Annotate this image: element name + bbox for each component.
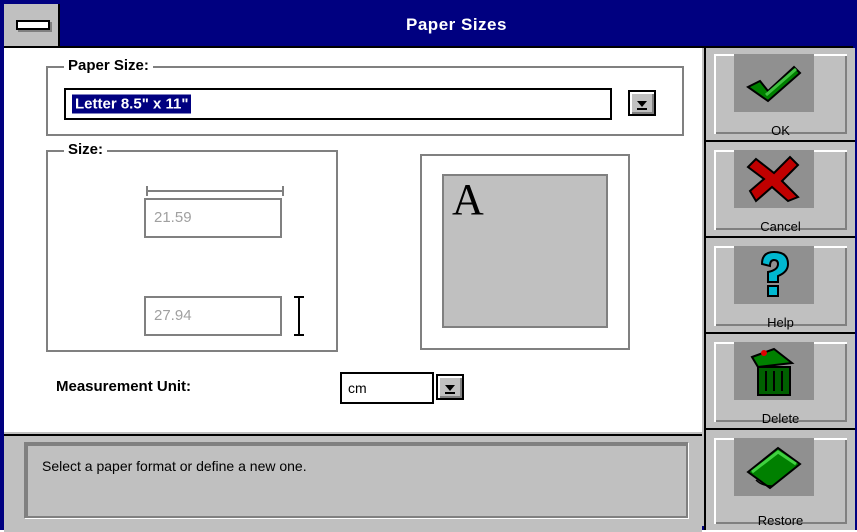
measurement-unit-value: cm	[348, 380, 367, 396]
height-dimension-icon	[294, 296, 310, 336]
delete-button[interactable]: Delete	[706, 336, 855, 430]
measurement-unit-label: Measurement Unit:	[56, 378, 192, 395]
help-button-label: Help	[767, 315, 794, 330]
paper-size-value: Letter 8.5" x 11"	[72, 94, 192, 114]
paper-size-group: Paper Size: Letter 8.5" x 11"	[46, 57, 684, 136]
height-field[interactable]: 27.94	[144, 296, 282, 336]
paper-size-label: Paper Size:	[68, 57, 149, 74]
system-menu-button[interactable]	[4, 4, 60, 46]
chevron-down-icon	[445, 384, 455, 394]
window-title: Paper Sizes	[406, 15, 507, 34]
paper-size-combobox[interactable]: Letter 8.5" x 11"	[64, 88, 612, 120]
size-group: Size: 21.59 27.94	[46, 141, 338, 352]
trash-can-icon	[734, 342, 814, 400]
status-area: Select a paper format or define a new on…	[4, 434, 702, 532]
restore-button-label: Restore	[757, 513, 804, 528]
ok-button[interactable]: OK	[706, 48, 855, 142]
paper-sizes-dialog: Paper Sizes Paper Size: Letter 8.5" x 11…	[0, 0, 857, 532]
delete-button-label: Delete	[761, 411, 800, 426]
eraser-icon	[734, 438, 814, 496]
paper-preview: A	[420, 154, 630, 350]
preview-letter: A	[452, 175, 484, 224]
restore-button[interactable]: Restore	[706, 432, 855, 530]
x-mark-icon	[734, 150, 814, 208]
preview-page: A	[442, 174, 608, 328]
measurement-unit-combobox[interactable]: cm	[340, 372, 434, 404]
cancel-button[interactable]: Cancel	[706, 144, 855, 238]
chevron-down-icon	[637, 100, 647, 110]
size-group-label: Size:	[64, 141, 108, 158]
title-bar: Paper Sizes	[4, 4, 853, 48]
paper-size-group-label: Paper Size:	[64, 57, 153, 74]
size-label: Size:	[68, 141, 104, 158]
checkmark-icon	[734, 54, 814, 112]
help-button[interactable]: Help	[706, 240, 855, 334]
width-field[interactable]: 21.59	[144, 198, 282, 238]
cancel-button-label: Cancel	[760, 219, 801, 234]
status-text: Select a paper format or define a new on…	[42, 458, 307, 474]
system-menu-icon	[16, 20, 50, 30]
ok-button-label: OK	[771, 123, 790, 138]
question-mark-icon	[734, 246, 814, 304]
main-panel: Paper Size: Letter 8.5" x 11" Size: 21.5…	[4, 48, 702, 432]
status-box: Select a paper format or define a new on…	[24, 442, 688, 518]
paper-size-dropdown-button[interactable]	[628, 90, 656, 116]
action-toolbar: OK Cancel Help Delete Restore	[704, 48, 855, 530]
measurement-unit-dropdown-button[interactable]	[436, 374, 464, 400]
